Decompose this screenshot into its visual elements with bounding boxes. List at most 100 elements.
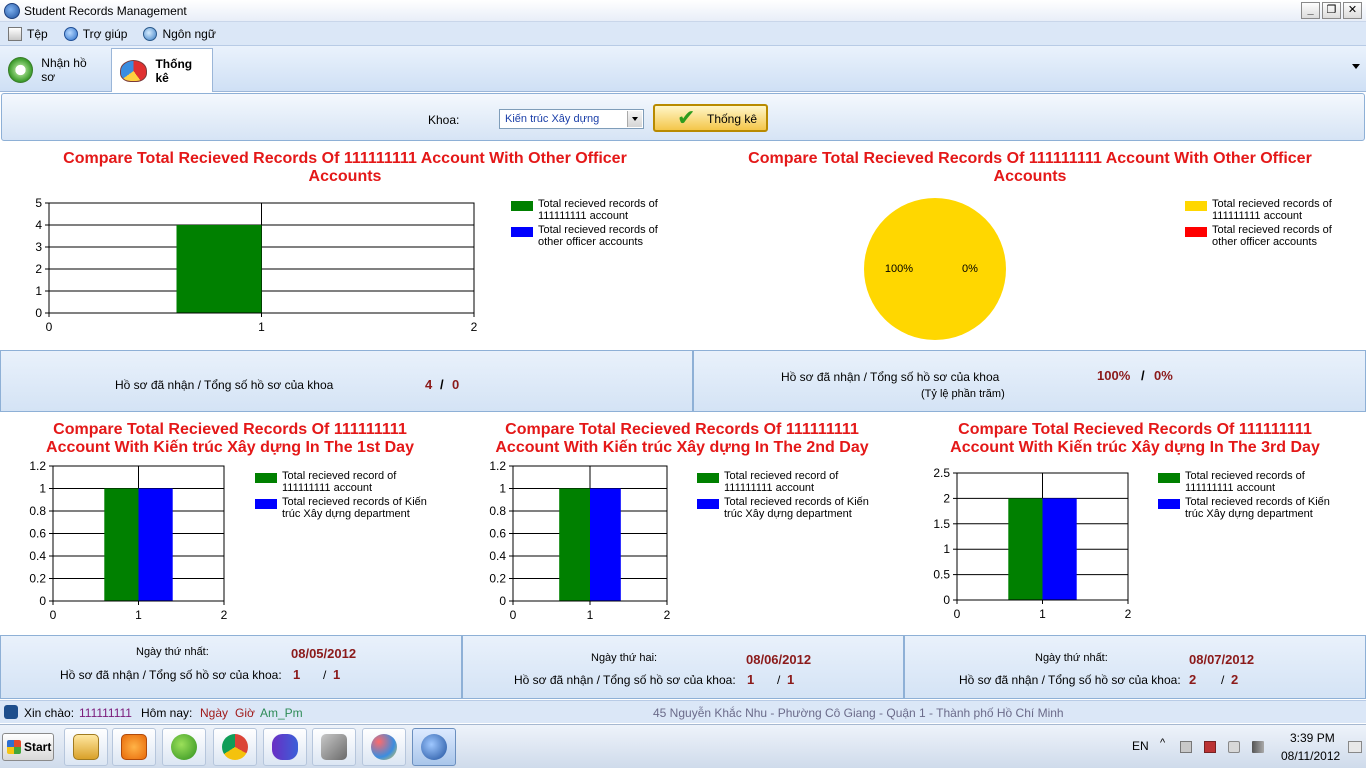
day-records-label: Hồ sơ đã nhận / Tổng số hồ sơ của khoa: <box>514 673 736 687</box>
legend-swatch <box>1185 201 1207 211</box>
bar <box>1008 498 1043 600</box>
window-title: Student Records Management <box>24 4 187 18</box>
app-icon <box>4 3 20 19</box>
show-hidden-icons[interactable]: ^ <box>1160 737 1165 749</box>
chevron-down-icon[interactable] <box>627 111 642 127</box>
explorer-icon <box>73 734 99 760</box>
chart-legend: Total recieved record of 111111111 accou… <box>697 470 884 522</box>
faculty-label: Khoa: <box>428 113 460 127</box>
status-ampm: Am_Pm <box>260 706 303 720</box>
chevron-down-icon[interactable] <box>1352 64 1360 69</box>
taskbar-tools[interactable] <box>312 728 356 766</box>
legend-entry: Total recieved record of 111111111 accou… <box>255 470 442 494</box>
y-tick-label: 0.8 <box>29 504 46 518</box>
tab-strip: Nhận hồ sơ Thống kê <box>0 46 1366 92</box>
taskbar-paint[interactable] <box>362 728 406 766</box>
summary-total: 0 <box>452 377 460 392</box>
y-tick-label: 1 <box>39 482 46 496</box>
day-total: 1 <box>787 672 795 687</box>
legend-label: Total recieved records of Kiến trúc Xây … <box>1185 496 1330 520</box>
bar <box>104 488 139 601</box>
x-tick-label: 2 <box>1125 607 1132 621</box>
y-tick-label: 0 <box>35 306 42 320</box>
legend-swatch <box>1185 227 1207 237</box>
taskbar-visual-studio[interactable] <box>263 728 307 766</box>
y-tick-label: 0.6 <box>489 527 506 541</box>
y-tick-label: 0.2 <box>489 572 506 586</box>
taskbar-explorer[interactable] <box>64 728 108 766</box>
legend-label: Total recieved record of 111111111 accou… <box>282 470 397 494</box>
tab-receive-records[interactable]: Nhận hồ sơ <box>0 48 110 92</box>
taskbar: Start EN ^ 3:39 PM 08/11/2012 <box>0 724 1366 768</box>
day-received: 1 <box>747 672 755 687</box>
day-date: 08/07/2012 <box>1189 652 1255 667</box>
clock-date[interactable]: 08/11/2012 <box>1281 749 1340 763</box>
legend-entry: Total recieved record of 111111111 accou… <box>697 470 884 494</box>
pie-chart-icon <box>120 59 148 82</box>
security-icon[interactable] <box>1204 741 1216 753</box>
menu-file-label: Tệp <box>27 26 48 41</box>
chart-title: Compare Total Recieved Records Of 111111… <box>950 421 1320 456</box>
taskbar-media-player[interactable] <box>112 728 156 766</box>
legend-entry: Total recieved records of other officer … <box>1185 224 1337 248</box>
y-tick-label: 0.5 <box>933 568 950 582</box>
network-icon[interactable] <box>1252 741 1264 753</box>
bar-chart-day3: 0 0.5 1 1.5 2 2.5 0 1 2 <box>933 466 1132 621</box>
y-tick-label: 0 <box>39 594 46 608</box>
y-tick-label: 2.5 <box>933 466 950 480</box>
legend-swatch <box>511 227 533 237</box>
checkmark-icon: ✔ <box>677 105 696 130</box>
x-tick-label: 1 <box>1039 607 1046 621</box>
day-separator: / <box>1221 673 1225 687</box>
day-received: 2 <box>1189 672 1197 687</box>
legend-entry: Total recieved records of other officer … <box>511 224 663 248</box>
start-label: Start <box>24 740 52 754</box>
back-arrow-icon <box>8 57 34 83</box>
legend-entry: Total recieved records of Kiến trúc Xây … <box>697 496 884 520</box>
home-icon <box>4 705 18 719</box>
summary-received: 4 <box>425 377 433 392</box>
summary-label: Hồ sơ đã nhận / Tổng số hồ sơ của khoa <box>115 378 334 392</box>
close-button[interactable]: ✕ <box>1343 2 1362 19</box>
day-panel-1: Ngày thứ nhất: 08/05/2012 Hồ sơ đã nhận … <box>0 635 462 699</box>
menu-language[interactable]: Ngôn ngữ <box>143 26 216 41</box>
day-separator: / <box>777 673 781 687</box>
volume-icon[interactable] <box>1228 741 1240 753</box>
faculty-select[interactable]: Kiến trúc Xây dựng <box>499 109 644 129</box>
tab-statistics[interactable]: Thống kê <box>111 48 213 92</box>
day-panel-3: Ngày thứ nhất: 08/07/2012 Hồ sơ đã nhận … <box>904 635 1366 699</box>
windows-logo-icon <box>7 740 21 754</box>
language-indicator[interactable]: EN <box>1132 739 1149 753</box>
legend-swatch <box>1158 499 1180 509</box>
y-tick-label: 0.6 <box>29 527 46 541</box>
notification-icon[interactable] <box>1348 741 1362 753</box>
minimize-button[interactable]: _ <box>1301 2 1320 19</box>
summary-separator: / <box>440 377 444 392</box>
legend-entry: Total recieved records of 111111111 acco… <box>511 198 663 222</box>
username: 111111111 <box>79 706 132 720</box>
pie-chart-records: 100% 0% <box>864 198 1006 340</box>
y-tick-label: 1.2 <box>489 459 506 473</box>
day-label: Ngày thứ nhất: <box>1035 652 1108 664</box>
statistics-button[interactable]: ✔ Thống kê <box>653 104 768 132</box>
x-tick-label: 1 <box>135 608 142 622</box>
start-button[interactable]: Start <box>2 733 54 761</box>
title-bar: Student Records Management _ ❐ ✕ <box>0 0 1366 22</box>
day-records-label: Hồ sơ đã nhận / Tổng số hồ sơ của khoa: <box>959 673 1181 687</box>
chrome-icon <box>222 734 248 760</box>
statistics-button-label: Thống kê <box>707 112 758 126</box>
summary-label: Hồ sơ đã nhận / Tổng số hồ sơ của khoa <box>781 370 1000 384</box>
menu-help[interactable]: Trợ giúp <box>63 26 128 41</box>
action-center-icon[interactable] <box>1180 741 1192 753</box>
menu-file[interactable]: Tệp <box>8 26 48 41</box>
y-tick-label: 3 <box>35 240 42 254</box>
legend-label: Total recieved records of other officer … <box>538 224 658 248</box>
clock-time[interactable]: 3:39 PM <box>1290 731 1335 745</box>
taskbar-parrot[interactable] <box>162 728 206 766</box>
x-tick-label: 0 <box>50 608 57 622</box>
menu-help-label: Trợ giúp <box>82 26 128 41</box>
legend-swatch <box>511 201 533 211</box>
taskbar-chrome[interactable] <box>213 728 257 766</box>
restore-button[interactable]: ❐ <box>1322 2 1341 19</box>
taskbar-student-records[interactable] <box>412 728 456 766</box>
